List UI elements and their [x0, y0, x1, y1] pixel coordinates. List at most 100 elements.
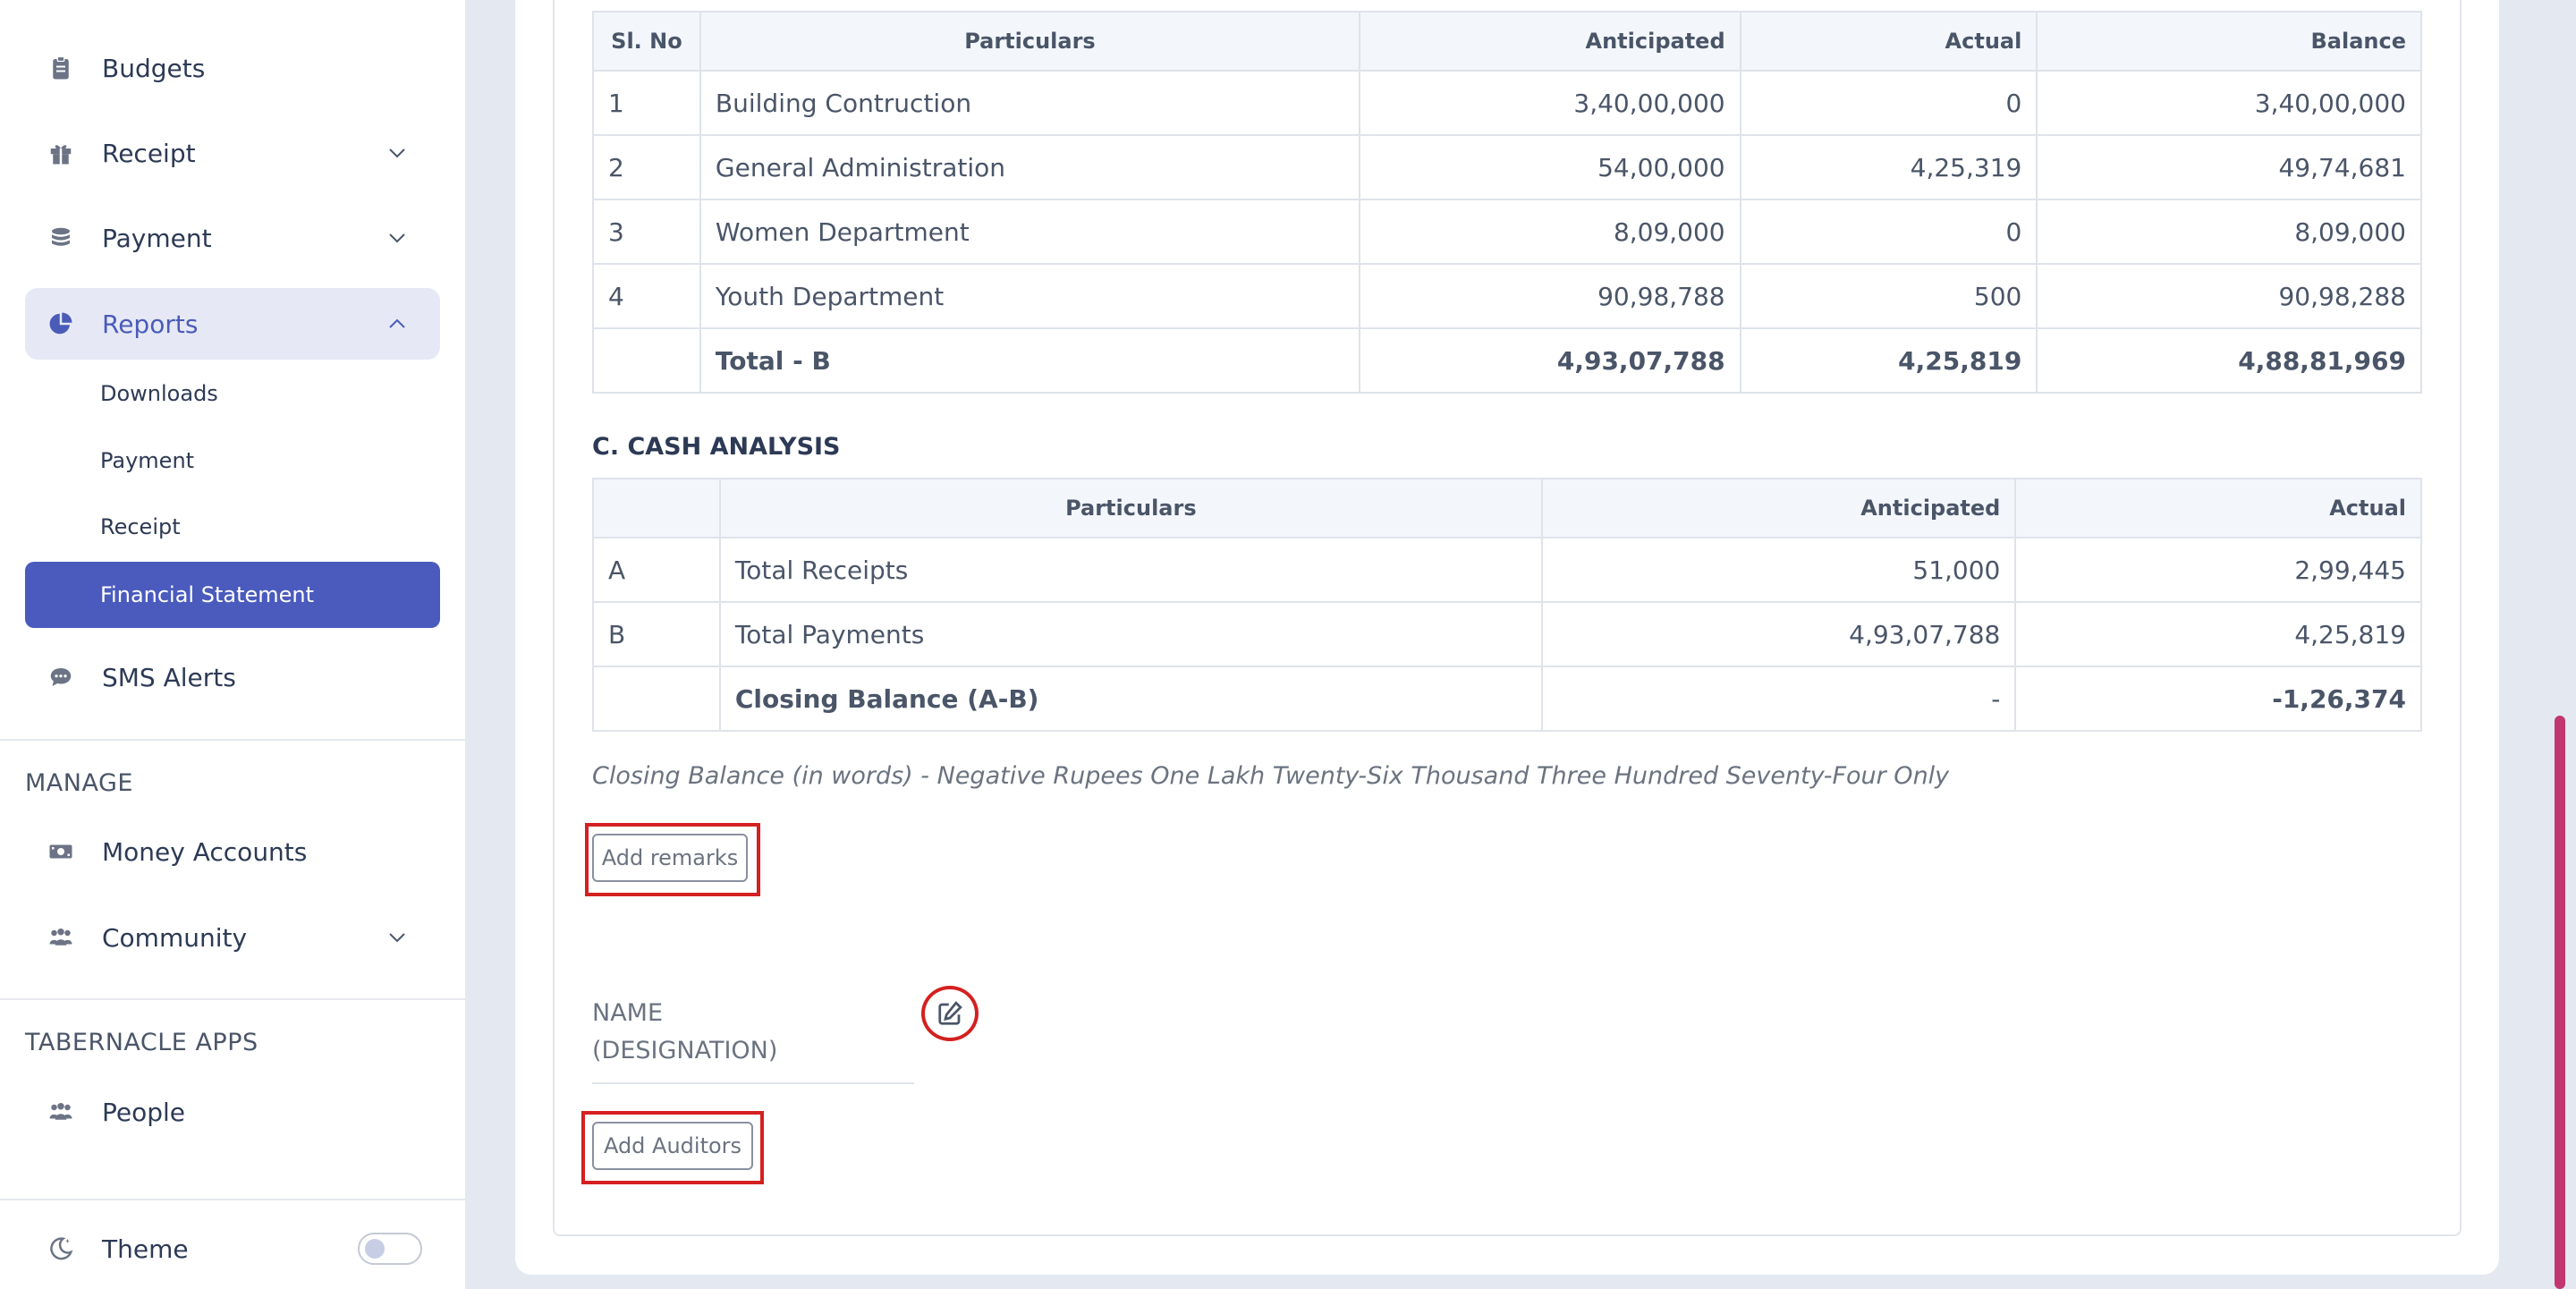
- table-cell: Total Receipts: [718, 537, 1543, 603]
- table-cell: 90,98,788: [1359, 263, 1741, 329]
- clipboard-icon: [43, 50, 79, 86]
- column-header: Balance: [2036, 11, 2422, 72]
- chevron-down-icon[interactable]: [386, 927, 408, 948]
- users-icon: [43, 1094, 79, 1130]
- signatory-designation: (DESIGNATION): [592, 1037, 778, 1064]
- table-cell: 1: [592, 70, 701, 136]
- table-cell: 2: [592, 134, 701, 200]
- payments-table: Sl. No Particulars Anticipated Actual Ba…: [592, 11, 2422, 394]
- sidebar-divider: [0, 1199, 465, 1200]
- table-cell: 0: [1739, 70, 2038, 136]
- table-row: B Total Payments 4,93,07,788 4,25,819: [592, 601, 2422, 667]
- table-cell: Total Payments: [718, 601, 1543, 667]
- money-icon: [43, 834, 79, 869]
- table-cell: Closing Balance (A-B): [718, 666, 1543, 732]
- sidebar-subitem-downloads[interactable]: Downloads: [25, 360, 440, 427]
- add-remarks-button[interactable]: Add remarks: [592, 834, 748, 882]
- chevron-down-icon[interactable]: [386, 142, 408, 164]
- sidebar-item-people[interactable]: People: [25, 1076, 440, 1148]
- chevron-down-icon[interactable]: [386, 227, 408, 249]
- table-cell: Women Department: [699, 199, 1361, 265]
- table-cell: General Administration: [699, 134, 1361, 200]
- sidebar-subitem-financial-statement[interactable]: Financial Statement: [25, 562, 440, 628]
- table-cell: 54,00,000: [1359, 134, 1741, 200]
- sidebar-subitem-receipt[interactable]: Receipt: [25, 494, 440, 560]
- table-cell: 500: [1739, 263, 2038, 329]
- sidebar-subitem-payment[interactable]: Payment: [25, 428, 440, 494]
- sidebar-item-money-accounts[interactable]: Money Accounts: [25, 816, 440, 887]
- sidebar-item-label: People: [102, 1097, 186, 1127]
- table-cell: 3,40,00,000: [1359, 70, 1741, 136]
- table-row: 1 Building Contruction 3,40,00,000 0 3,4…: [592, 70, 2422, 136]
- table-cell: 49,74,681: [2036, 134, 2422, 200]
- pie-chart-icon: [43, 306, 79, 342]
- sidebar-item-community[interactable]: Community: [25, 902, 440, 973]
- sidebar-item-receipt[interactable]: Receipt: [25, 117, 440, 189]
- table-total-row: Closing Balance (A-B) - -1,26,374: [592, 666, 2422, 732]
- table-cell: 2,99,445: [2014, 537, 2422, 603]
- scrollbar-thumb[interactable]: [2555, 716, 2565, 1289]
- table-cell: 0: [1739, 199, 2038, 265]
- sidebar-section-manage: MANAGE: [25, 769, 133, 797]
- column-header: Anticipated: [1359, 11, 1741, 72]
- sidebar-item-budgets[interactable]: Budgets: [25, 32, 440, 104]
- table-cell: Total - B: [699, 327, 1361, 394]
- table-cell: A: [592, 537, 721, 603]
- table-cell: 51,000: [1540, 537, 2017, 603]
- sidebar-item-label: Payment: [102, 223, 212, 253]
- users-icon: [43, 920, 79, 955]
- column-header: Actual: [2014, 478, 2422, 538]
- table-cell: 4,88,81,969: [2036, 327, 2422, 394]
- sidebar-item-label: Receipt: [102, 138, 196, 168]
- table-cell: Youth Department: [699, 263, 1361, 329]
- table-row: 4 Youth Department 90,98,788 500 90,98,2…: [592, 263, 2422, 329]
- table-cell: 4,93,07,788: [1540, 601, 2017, 667]
- toggle-knob: [365, 1239, 385, 1259]
- table-row: A Total Receipts 51,000 2,99,445: [592, 537, 2422, 603]
- sidebar-item-label: Theme: [102, 1234, 189, 1264]
- table-header-row: Sl. No Particulars Anticipated Actual Ba…: [592, 11, 2422, 72]
- signature-line: [592, 1082, 914, 1084]
- signatory-block: NAME (DESIGNATION): [592, 995, 777, 1070]
- table-cell: 3: [592, 199, 701, 265]
- closing-balance-in-words: Closing Balance (in words) - Negative Ru…: [592, 762, 1950, 790]
- column-header: [592, 478, 721, 538]
- chevron-up-icon[interactable]: [386, 313, 408, 335]
- column-header: Particulars: [699, 11, 1361, 72]
- gift-icon: [43, 135, 79, 171]
- cash-analysis-table: Particulars Anticipated Actual A Total R…: [592, 478, 2422, 732]
- sidebar-item-label: Budgets: [102, 53, 206, 83]
- sidebar-item-reports[interactable]: Reports: [25, 288, 440, 360]
- edit-icon[interactable]: [921, 986, 979, 1041]
- table-cell: 3,40,00,000: [2036, 70, 2422, 136]
- table-cell: 4,93,07,788: [1359, 327, 1741, 394]
- column-header: Sl. No: [592, 11, 701, 72]
- theme-toggle[interactable]: [358, 1233, 422, 1265]
- sidebar-divider: [0, 998, 465, 1000]
- table-header-row: Particulars Anticipated Actual: [592, 478, 2422, 538]
- table-row: 3 Women Department 8,09,000 0 8,09,000: [592, 199, 2422, 265]
- sidebar-item-label: SMS Alerts: [102, 662, 236, 692]
- table-cell: 4: [592, 263, 701, 329]
- column-header: Anticipated: [1540, 478, 2017, 538]
- table-cell: 4,25,319: [1739, 134, 2038, 200]
- sidebar-item-label: Reports: [102, 309, 199, 339]
- chat-bubble-icon: [43, 659, 79, 695]
- section-title: C. CASH ANALYSIS: [592, 433, 841, 461]
- coins-icon: [43, 220, 79, 256]
- table-cell: -: [1540, 666, 2017, 732]
- sidebar-item-sms-alerts[interactable]: SMS Alerts: [25, 641, 440, 713]
- table-cell: 4,25,819: [1739, 327, 2038, 394]
- table-cell: B: [592, 601, 721, 667]
- table-row: 2 General Administration 54,00,000 4,25,…: [592, 134, 2422, 200]
- table-cell: [592, 327, 701, 394]
- sidebar-item-payment[interactable]: Payment: [25, 202, 440, 274]
- column-header: Actual: [1739, 11, 2038, 72]
- table-cell: [592, 666, 721, 732]
- sidebar-item-label: Money Accounts: [102, 836, 308, 867]
- moon-icon: [43, 1231, 79, 1267]
- table-cell: 90,98,288: [2036, 263, 2422, 329]
- add-auditors-button[interactable]: Add Auditors: [592, 1122, 753, 1170]
- signatory-name: NAME: [592, 999, 664, 1027]
- sidebar-item-label: Community: [102, 922, 248, 953]
